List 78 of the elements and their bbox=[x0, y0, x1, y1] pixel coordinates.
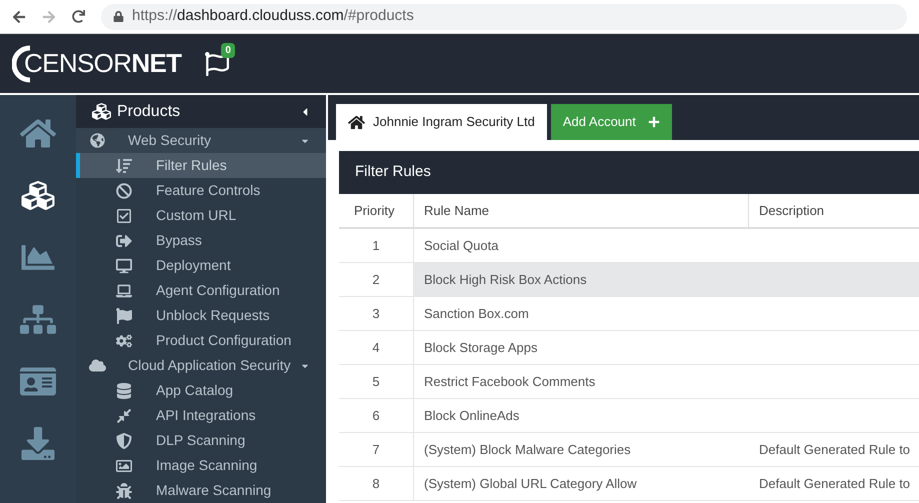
column-header[interactable]: Rule Name bbox=[414, 194, 749, 227]
exit-arrow-icon bbox=[116, 232, 132, 248]
cubes-icon[interactable] bbox=[20, 179, 56, 212]
priority-cell: 3 bbox=[339, 297, 414, 330]
id-card-icon[interactable] bbox=[20, 365, 56, 398]
laptop-icon bbox=[116, 282, 132, 298]
column-header[interactable]: Priority bbox=[339, 194, 414, 227]
address-field[interactable]: https://dashboard.clouduss.com/#products bbox=[101, 4, 907, 30]
sidebar-item[interactable]: API Integrations bbox=[76, 403, 326, 428]
priority-cell: 5 bbox=[339, 365, 414, 398]
shield-icon bbox=[116, 432, 132, 448]
rule-name-cell-text: Block High Risk Box Actions bbox=[423, 270, 588, 289]
sort-icon bbox=[116, 158, 132, 174]
description-cell-text: Default Generated Rule to bbox=[758, 474, 910, 493]
checkbox-icon bbox=[116, 208, 132, 224]
forward-icon[interactable] bbox=[42, 10, 56, 24]
sidebar-title: Products bbox=[117, 102, 182, 122]
group-label: Cloud Application Security bbox=[128, 356, 291, 375]
table-row[interactable]: 3 Sanction Box.com bbox=[339, 297, 919, 331]
sidebar-item[interactable]: App Catalog bbox=[76, 378, 326, 403]
plus-icon bbox=[648, 116, 660, 128]
lock-icon bbox=[113, 11, 124, 22]
account-tab[interactable]: Johnnie Ingram Security Ltd bbox=[336, 104, 547, 140]
priority-cell: 8 bbox=[339, 467, 414, 500]
panel-title: Filter Rules bbox=[355, 162, 431, 182]
column-header[interactable]: Description bbox=[749, 194, 919, 227]
sidebar-item[interactable]: Filter Rules bbox=[76, 153, 326, 178]
rule-name-cell-text: Sanction Box.com bbox=[423, 304, 530, 323]
bug-icon bbox=[116, 482, 132, 498]
sidebar-group[interactable]: Cloud Application Security bbox=[76, 353, 326, 378]
home-icon bbox=[348, 114, 365, 130]
priority-cell: 6 bbox=[339, 399, 414, 432]
table-row[interactable]: 7 (System) Block Malware Categories Default Generated Rule to bbox=[339, 433, 919, 467]
ban-icon bbox=[116, 182, 132, 198]
sidebar-item[interactable]: Unblock Requests bbox=[76, 303, 326, 328]
download-icon[interactable] bbox=[20, 427, 56, 460]
globe-icon bbox=[89, 133, 106, 148]
description-cell-text: Default Generated Rule to bbox=[758, 440, 910, 459]
monitor-icon bbox=[116, 258, 132, 274]
table-row[interactable]: 8 (System) Global URL Category Allow Default Generated Rule to bbox=[339, 467, 919, 501]
cogs-icon bbox=[116, 332, 132, 348]
back-icon[interactable] bbox=[12, 10, 26, 24]
rule-name-cell-text: Block Storage Apps bbox=[423, 338, 538, 357]
priority-cell: 1 bbox=[339, 229, 414, 262]
compress-arrows-icon bbox=[116, 408, 132, 424]
sitemap-icon[interactable] bbox=[20, 303, 56, 336]
table-row[interactable]: 5 Restrict Facebook Comments bbox=[339, 365, 919, 399]
sidebar-item[interactable]: Image Scanning bbox=[76, 453, 326, 478]
cubes-icon bbox=[92, 102, 111, 121]
rule-name-cell-text: Social Quota bbox=[423, 236, 500, 255]
sidebar-item[interactable]: Bypass bbox=[76, 228, 326, 253]
add-account-button[interactable]: Add Account bbox=[550, 104, 672, 140]
logo: CENSORNET bbox=[12, 44, 182, 84]
rule-name-cell-text: (System) Block Malware Categories bbox=[423, 440, 632, 459]
sidebar-item[interactable]: Feature Controls bbox=[76, 178, 326, 203]
priority-cell: 7 bbox=[339, 433, 414, 466]
database-icon bbox=[116, 382, 132, 398]
sidebar-item[interactable]: DLP Scanning bbox=[76, 428, 326, 453]
sidebar-item[interactable]: Deployment bbox=[76, 253, 326, 278]
priority-cell: 4 bbox=[339, 331, 414, 364]
flag-icon[interactable] bbox=[205, 52, 230, 76]
rule-name-cell-text: (System) Global URL Category Allow bbox=[423, 474, 638, 493]
sidebar-item[interactable]: Custom URL bbox=[76, 203, 326, 228]
cloud-icon bbox=[89, 358, 106, 373]
home-icon[interactable] bbox=[20, 117, 56, 150]
rule-name-cell-text: Restrict Facebook Comments bbox=[423, 372, 596, 391]
rule-name-cell-text: Block OnlineAds bbox=[423, 406, 520, 425]
image-icon bbox=[116, 458, 132, 474]
flag-icon bbox=[116, 308, 132, 324]
table-row[interactable]: 4 Block Storage Apps bbox=[339, 331, 919, 365]
notification-badge: 0 bbox=[221, 42, 235, 58]
sidebar-item[interactable]: Agent Configuration bbox=[76, 278, 326, 303]
group-label: Web Security bbox=[128, 131, 211, 150]
sidebar-item[interactable]: Product Configuration bbox=[76, 328, 326, 353]
sidebar-item[interactable]: Malware Scanning bbox=[76, 478, 326, 503]
reload-icon[interactable] bbox=[72, 10, 85, 23]
table-row[interactable]: 6 Block OnlineAds bbox=[339, 399, 919, 433]
sidebar-group[interactable]: Web Security bbox=[76, 128, 326, 153]
